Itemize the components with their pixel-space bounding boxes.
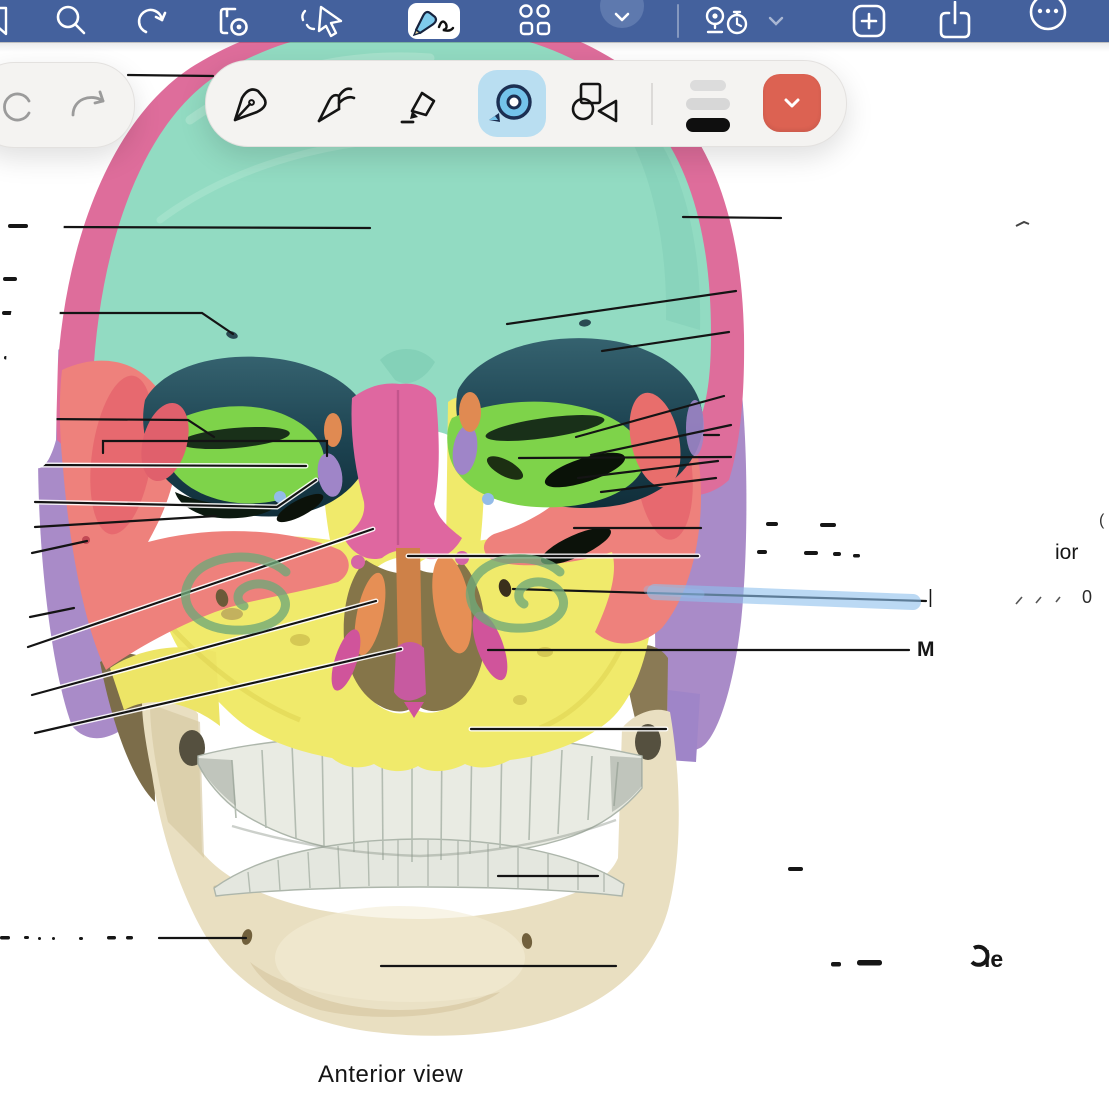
palette-divider [651, 83, 653, 125]
app-screen: ior ( | 0 M le Anterior view [0, 0, 1109, 1100]
figure-caption: Anterior view [318, 1061, 464, 1088]
ballpoint-pen-tool[interactable] [308, 61, 364, 146]
add-icon[interactable] [850, 0, 888, 42]
share-icon[interactable] [936, 0, 974, 42]
pen-mode-button[interactable] [408, 3, 460, 39]
redo-button[interactable] [61, 63, 117, 147]
highlighter-icon [400, 91, 436, 123]
present-chevron-icon[interactable] [766, 0, 786, 42]
undo-button[interactable] [0, 63, 43, 147]
chevron-down-icon [614, 12, 630, 22]
fragment-maxilla-m: M [917, 638, 935, 661]
highlighter-tool[interactable] [393, 61, 449, 146]
collapse-toolbar-button[interactable] [600, 0, 644, 28]
thickness-option-2[interactable] [686, 98, 730, 110]
ballpoint-pen-icon [317, 86, 356, 122]
tape-tool-selected[interactable] [478, 70, 546, 137]
shapes-tool[interactable] [569, 61, 625, 146]
bookmark-icon[interactable] [0, 0, 20, 42]
blue-highlight-stroke[interactable] [643, 584, 921, 610]
fragment-right-edge-word: ior [1055, 541, 1079, 564]
pen-toolbar [205, 60, 847, 147]
chevron-down-icon [784, 98, 800, 108]
fountain-pen-icon [233, 87, 267, 121]
lasso-icon[interactable] [296, 0, 348, 42]
elements-icon[interactable] [512, 0, 558, 42]
thickness-option-3-selected[interactable] [686, 118, 730, 132]
pen-mode-icon [412, 10, 455, 36]
present-timer-icon[interactable] [698, 0, 760, 42]
fragment-mandible-le: le [984, 946, 1004, 972]
tape-icon [489, 83, 532, 122]
toolbar-divider [677, 4, 679, 38]
fountain-pen-tool[interactable] [223, 61, 279, 146]
lower-teeth [213, 838, 625, 897]
thickness-option-1[interactable] [690, 80, 726, 91]
redo-icon [71, 90, 105, 117]
top-navigation-bar [0, 0, 1109, 42]
undo-icon [3, 92, 31, 122]
search-icon[interactable] [52, 0, 90, 42]
fragment-paren: ( [1099, 512, 1105, 529]
color-swatch-button[interactable] [763, 74, 821, 132]
shapes-icon [571, 82, 618, 122]
fragment-tick: | [928, 587, 933, 608]
history-toolbar [0, 62, 135, 148]
more-icon[interactable] [1026, 0, 1070, 42]
stroke-thickness-selector[interactable] [685, 61, 731, 146]
fragment-zero: 0 [1082, 587, 1093, 607]
rotate-icon[interactable] [132, 0, 170, 42]
skull-figure[interactable] [0, 0, 1109, 1100]
page-view-icon[interactable] [212, 0, 254, 42]
